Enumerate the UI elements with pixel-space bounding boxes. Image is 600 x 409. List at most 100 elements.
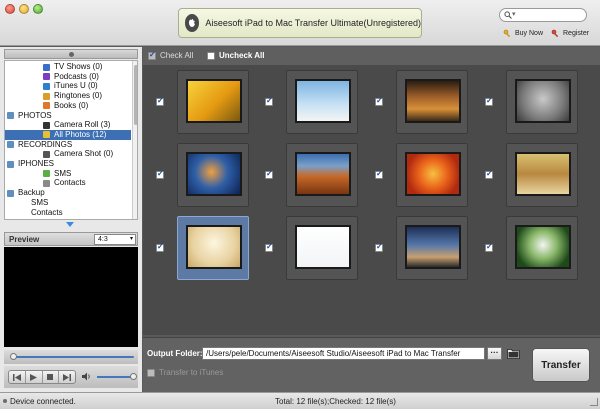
photo-frame[interactable] (396, 70, 468, 134)
resize-grip[interactable] (590, 398, 598, 406)
photo-frame[interactable] (177, 143, 249, 207)
search-input[interactable]: ▾ (499, 8, 587, 22)
photo-checkbox[interactable] (485, 96, 493, 106)
browse-button[interactable]: ··· (487, 347, 502, 360)
open-folder-icon[interactable] (507, 348, 520, 359)
seek-knob[interactable] (10, 353, 17, 360)
aspect-ratio-select[interactable]: 4:3 ▾ (94, 234, 136, 245)
register-link[interactable]: Register (551, 29, 589, 38)
photo-checkbox[interactable] (265, 96, 273, 106)
photo-frame[interactable] (286, 216, 358, 280)
tree-item[interactable]: SMS (5, 169, 131, 179)
photo-thumbnail[interactable] (186, 225, 242, 269)
photo-frame[interactable] (177, 70, 249, 134)
play-button[interactable] (26, 371, 43, 383)
tree-item[interactable]: Camera Shot (0) (5, 149, 131, 159)
photo-frame[interactable] (286, 143, 358, 207)
device-indicator (69, 52, 74, 57)
photo-thumbnail[interactable] (515, 79, 571, 123)
tree-item[interactable]: Books (0) (5, 101, 131, 111)
tree-item[interactable]: SMS (5, 198, 131, 208)
photo-frame[interactable] (396, 216, 468, 280)
transfer-to-itunes-option[interactable]: Transfer to iTunes (147, 368, 223, 377)
photo-frame[interactable] (177, 216, 249, 280)
tree-item[interactable]: All Photos (12) (5, 129, 131, 140)
photo-checkbox[interactable] (485, 242, 493, 252)
photo-item[interactable] (366, 141, 476, 211)
photo-thumbnail[interactable] (186, 79, 242, 123)
photo-checkbox[interactable] (156, 242, 164, 252)
tree-item[interactable]: PHOTOS (5, 111, 131, 121)
photo-thumbnail[interactable] (515, 152, 571, 196)
tree-item[interactable]: iTunes U (0) (5, 81, 131, 91)
check-all-checkbox[interactable] (148, 50, 156, 60)
photo-frame[interactable] (506, 143, 578, 207)
photo-item[interactable] (256, 141, 366, 211)
photo-checkbox[interactable] (265, 242, 273, 252)
stop-button[interactable] (43, 371, 60, 383)
seek-track[interactable] (14, 356, 134, 358)
tree-scrollbar[interactable] (132, 61, 137, 219)
uncheck-all-checkbox[interactable] (207, 51, 215, 60)
photo-checkbox[interactable] (375, 169, 383, 179)
photo-item[interactable] (476, 141, 586, 211)
seek-bar[interactable] (4, 350, 138, 364)
volume-knob[interactable] (130, 373, 137, 380)
tree-item[interactable]: Ringtones (0) (5, 91, 131, 101)
expand-arrow-icon[interactable] (66, 222, 74, 227)
tree-item[interactable]: RECORDINGS (5, 140, 131, 150)
photo-checkbox[interactable] (375, 96, 383, 106)
photo-item[interactable] (256, 214, 366, 284)
close-window-button[interactable] (5, 4, 15, 14)
tree-scrollbar-thumb[interactable] (134, 65, 137, 125)
transfer-to-itunes-checkbox[interactable] (147, 368, 155, 377)
photo-checkbox[interactable] (375, 242, 383, 252)
title-bar: Aiseesoft iPad to Mac Transfer Ultimate(… (0, 0, 600, 46)
tree-item-label: iTunes U (0) (54, 81, 98, 91)
volume-icon[interactable] (82, 372, 92, 381)
buy-now-link[interactable]: Buy Now (503, 29, 543, 38)
previous-button[interactable] (9, 371, 26, 383)
tree-item[interactable]: Contacts (5, 208, 131, 218)
photo-frame[interactable] (396, 143, 468, 207)
uncheck-all-option[interactable]: Uncheck All (207, 51, 265, 60)
aspect-ratio-value: 4:3 (98, 236, 108, 243)
zoom-window-button[interactable] (33, 4, 43, 14)
photo-checkbox[interactable] (265, 169, 273, 179)
output-folder-field[interactable]: /Users/pele/Documents/Aiseesoft Studio/A… (202, 347, 485, 360)
photo-item[interactable] (147, 214, 257, 284)
photo-thumbnail[interactable] (295, 225, 351, 269)
tree-item[interactable]: Camera Roll (3) (5, 120, 131, 130)
photo-checkbox[interactable] (156, 96, 164, 106)
photo-thumbnail[interactable] (405, 152, 461, 196)
photo-frame[interactable] (286, 70, 358, 134)
tree-item[interactable]: Podcasts (0) (5, 72, 131, 82)
photo-thumbnail[interactable] (295, 152, 351, 196)
photo-item[interactable] (476, 214, 586, 284)
tree-item-icon (43, 150, 50, 158)
check-all-option[interactable]: Check All (148, 50, 193, 60)
tree-item-icon (43, 63, 50, 71)
photo-frame[interactable] (506, 216, 578, 280)
photo-checkbox[interactable] (485, 169, 493, 179)
minimize-window-button[interactable] (19, 4, 29, 14)
tree-item[interactable]: Backup (5, 188, 131, 198)
tree-item[interactable]: Contacts (5, 178, 131, 188)
photo-item[interactable] (476, 68, 586, 138)
next-button[interactable] (59, 371, 75, 383)
photo-checkbox[interactable] (156, 169, 164, 179)
photo-item[interactable] (366, 68, 476, 138)
photo-item[interactable] (147, 68, 257, 138)
photo-frame[interactable] (506, 70, 578, 134)
photo-thumbnail[interactable] (295, 79, 351, 123)
tree-item[interactable]: IPHONES (5, 159, 131, 169)
photo-thumbnail[interactable] (186, 152, 242, 196)
tree-item[interactable]: TV Shows (0) (5, 62, 131, 72)
transfer-button[interactable]: Transfer (532, 348, 590, 382)
photo-thumbnail[interactable] (405, 79, 461, 123)
photo-item[interactable] (147, 141, 257, 211)
photo-item[interactable] (366, 214, 476, 284)
photo-item[interactable] (256, 68, 366, 138)
photo-thumbnail[interactable] (405, 225, 461, 269)
photo-thumbnail[interactable] (515, 225, 571, 269)
